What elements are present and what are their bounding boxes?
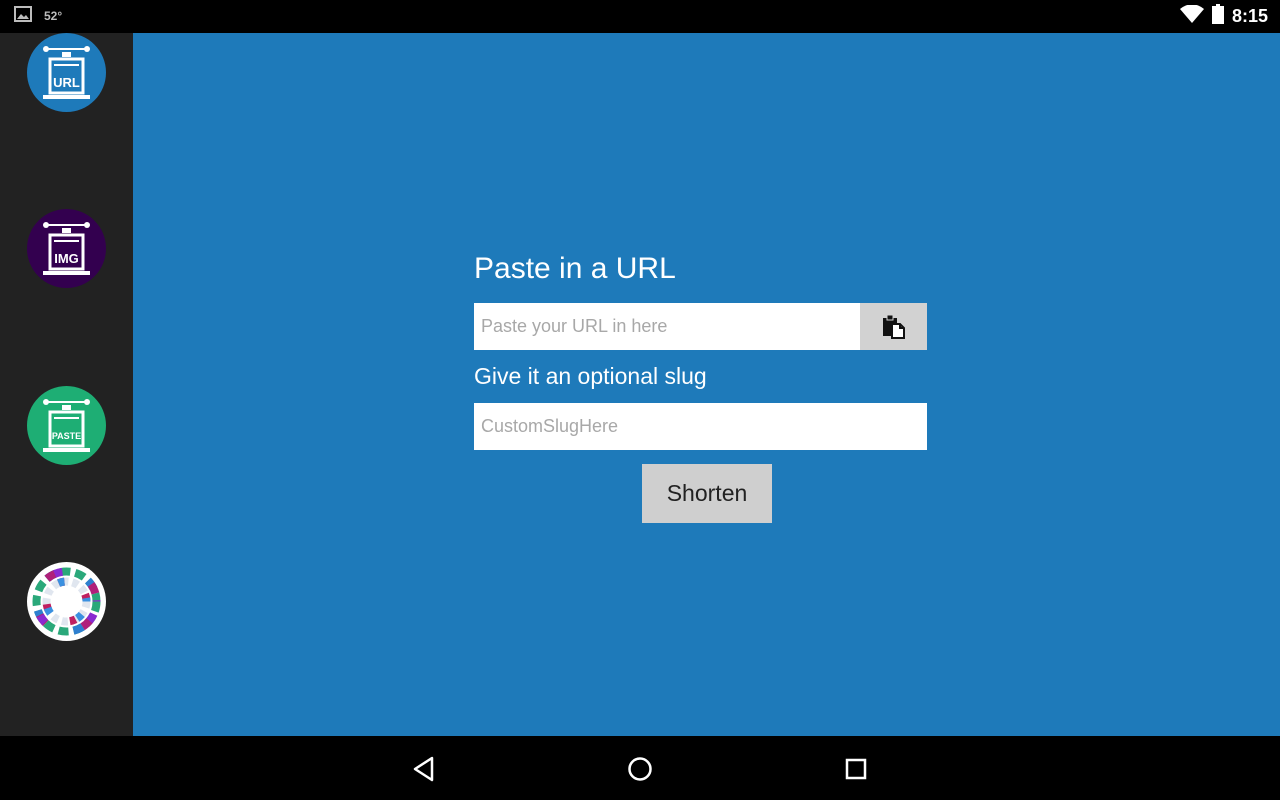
shorten-button[interactable]: Shorten	[642, 464, 772, 523]
svg-text:IMG: IMG	[54, 251, 79, 266]
sidebar-item-paste[interactable]: PASTE	[27, 386, 106, 465]
svg-text:URL: URL	[53, 75, 80, 90]
recents-button[interactable]	[839, 752, 873, 786]
sidebar-item-img[interactable]: IMG	[27, 209, 106, 288]
temperature-text: 52°	[44, 9, 63, 23]
clipboard-paste-icon	[882, 314, 905, 339]
paste-button[interactable]	[860, 303, 927, 350]
back-icon	[413, 756, 434, 782]
svg-text:PASTE: PASTE	[52, 431, 81, 441]
wifi-icon	[1179, 4, 1204, 27]
slug-input[interactable]	[474, 403, 927, 450]
sidebar: URL IMG PASTE	[0, 33, 133, 736]
status-bar: 52° 8:15	[0, 0, 1280, 33]
color-wheel-icon	[27, 562, 106, 641]
home-button[interactable]	[623, 752, 657, 786]
paste-press-icon: PASTE	[43, 399, 90, 452]
recents-icon	[845, 758, 867, 780]
navigation-bar	[0, 736, 1280, 800]
page-title: Paste in a URL	[474, 252, 676, 285]
battery-icon	[1211, 4, 1224, 28]
back-button[interactable]	[407, 752, 441, 786]
url-input[interactable]	[474, 303, 860, 350]
clock: 8:15	[1231, 5, 1268, 26]
slug-label: Give it an optional slug	[474, 363, 707, 389]
url-press-icon: URL	[43, 46, 90, 99]
image-icon	[14, 6, 32, 26]
sidebar-item-colors[interactable]	[27, 562, 106, 641]
home-icon	[628, 757, 652, 781]
img-press-icon: IMG	[43, 222, 90, 275]
sidebar-item-url[interactable]: URL	[27, 33, 106, 112]
main-content: Paste in a URL Give it an optional slug …	[133, 33, 1280, 736]
